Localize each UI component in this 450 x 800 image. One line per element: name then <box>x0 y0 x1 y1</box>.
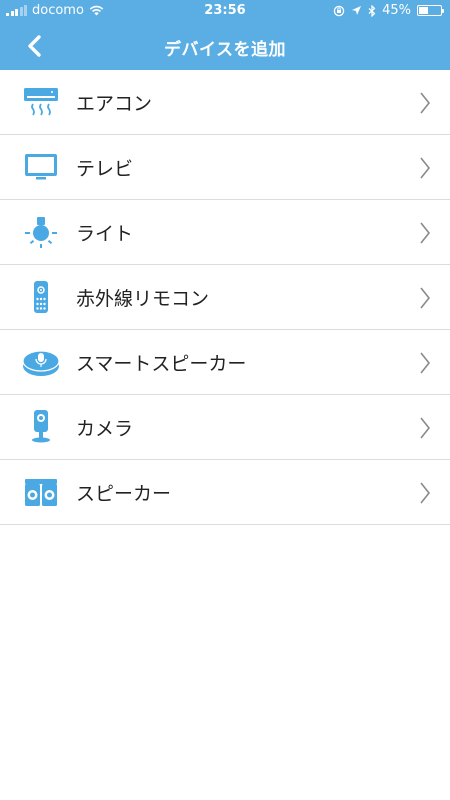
device-item-ir-remote[interactable]: 赤外線リモコン <box>0 265 450 330</box>
battery-percent: 45% <box>382 3 411 18</box>
device-item-air-conditioner[interactable]: エアコン <box>0 70 450 135</box>
device-label: ライト <box>76 222 134 245</box>
page-title: デバイスを追加 <box>164 40 286 60</box>
nav-bar: デバイスを追加 <box>0 22 450 70</box>
chevron-right-icon <box>420 352 431 374</box>
device-label: 赤外線リモコン <box>76 287 210 310</box>
smart-speaker-icon <box>21 342 61 382</box>
orientation-lock-icon <box>333 5 345 16</box>
device-label: スマートスピーカー <box>76 352 247 375</box>
tv-icon <box>21 147 61 187</box>
device-item-camera[interactable]: カメラ <box>0 395 450 460</box>
chevron-right-icon <box>420 92 431 114</box>
air-conditioner-icon <box>21 82 61 122</box>
device-label: エアコン <box>76 92 153 115</box>
device-item-speaker[interactable]: スピーカー <box>0 460 450 525</box>
camera-icon <box>21 407 61 447</box>
ir-remote-icon <box>21 277 61 317</box>
chevron-right-icon <box>420 157 431 179</box>
chevron-right-icon <box>420 417 431 439</box>
chevron-right-icon <box>420 287 431 309</box>
device-item-smart-speaker[interactable]: スマートスピーカー <box>0 330 450 395</box>
device-label: カメラ <box>76 417 134 440</box>
speaker-icon <box>21 472 61 512</box>
device-item-tv[interactable]: テレビ <box>0 135 450 200</box>
device-list: エアコン テレビ ライト 赤外線リモコン スマートスピーカー カメラ スピーカー <box>0 70 450 525</box>
bluetooth-icon <box>368 4 376 17</box>
device-label: テレビ <box>76 157 134 180</box>
device-label: スピーカー <box>76 482 172 505</box>
device-item-light[interactable]: ライト <box>0 200 450 265</box>
app-header: docomo 23:56 45% デバイスを追加 <box>0 0 450 70</box>
light-bulb-icon <box>21 212 61 252</box>
location-icon <box>352 6 362 15</box>
status-bar: docomo 23:56 45% <box>0 0 450 22</box>
battery-icon <box>417 5 444 16</box>
status-right: 45% <box>333 3 444 18</box>
chevron-right-icon <box>420 482 431 504</box>
chevron-right-icon <box>420 222 431 244</box>
